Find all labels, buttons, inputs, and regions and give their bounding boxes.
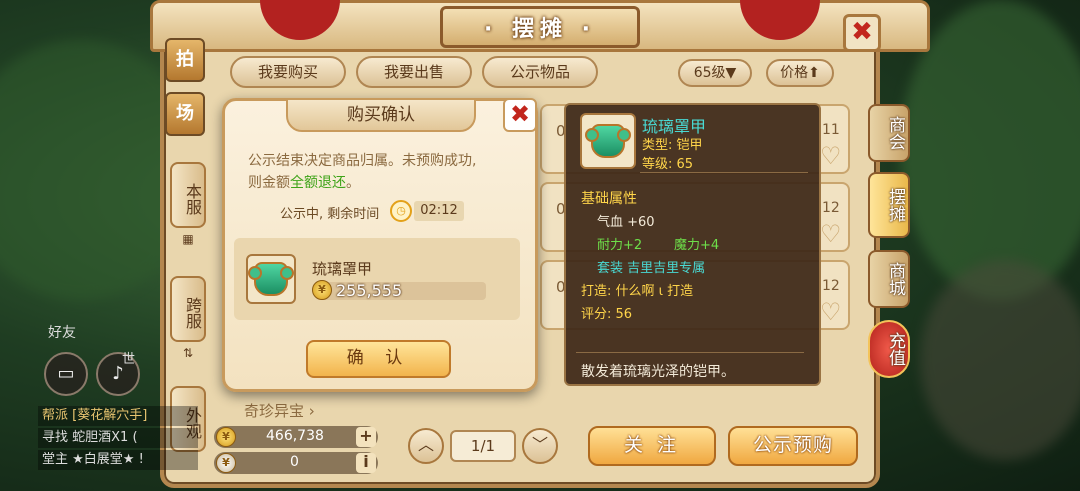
tooltip-forge: 打造: 什么啊 ι 打造 bbox=[581, 284, 694, 299]
gold-balance-value: 466,738 bbox=[266, 428, 324, 444]
dialog-item-name: 琉璃罩甲 bbox=[312, 260, 373, 278]
prev-page-button[interactable]: ︿ bbox=[408, 428, 444, 464]
timer-value: 02:12 bbox=[414, 201, 464, 221]
tab-stall[interactable]: 摆摊 bbox=[868, 172, 910, 238]
world-channel-label: 世 bbox=[122, 352, 136, 367]
tooltip-divider bbox=[640, 172, 808, 173]
background-rock bbox=[920, 260, 1080, 460]
silver-coin-icon: ¥ bbox=[216, 453, 236, 473]
full-refund-highlight: 全额退还 bbox=[290, 175, 346, 191]
tooltip-level: 等级: 65 bbox=[642, 157, 694, 172]
favorite-heart-icon[interactable]: ♡ bbox=[820, 220, 842, 248]
listing-right-value: 12 bbox=[822, 200, 840, 216]
tooltip-score: 评分: 56 bbox=[581, 307, 633, 322]
tab-cross-server[interactable]: 跨服 bbox=[170, 276, 206, 342]
chat-line[interactable]: 堂主 ★白展堂★ ! bbox=[38, 450, 198, 470]
armor-icon bbox=[585, 124, 631, 158]
tooltip-hp: 气血 +60 bbox=[597, 215, 655, 230]
dialog-message-line-1: 公示结束决定商品归属。未预购成功, bbox=[248, 153, 477, 169]
tooltip-armor-icon bbox=[580, 113, 636, 169]
armor-item-icon[interactable] bbox=[246, 254, 296, 304]
item-price: 255,555 bbox=[336, 281, 403, 300]
next-page-button[interactable]: ﹀ bbox=[522, 428, 558, 464]
rare-items-tab[interactable]: 奇珍异宝 › bbox=[244, 400, 315, 421]
dialog-message-line-2: 则金额全额退还。 bbox=[248, 172, 360, 192]
refund-suffix: 。 bbox=[346, 175, 360, 191]
confirm-button[interactable]: 确 认 bbox=[306, 340, 451, 378]
tooltip-description: 散发着琉璃光泽的铠甲。 bbox=[581, 364, 735, 380]
gold-coin-icon: ¥ bbox=[312, 280, 332, 300]
dialog-title: 购买确认 bbox=[286, 98, 476, 132]
armor-icon bbox=[248, 262, 294, 296]
tooltip-endurance: 耐力+2 bbox=[597, 238, 643, 253]
tab-sell[interactable]: 我要出售 bbox=[356, 56, 472, 88]
public-preorder-button[interactable]: 公示预购 bbox=[728, 426, 858, 466]
silver-balance-value: 0 bbox=[290, 454, 299, 470]
gold-coin-icon: ¥ bbox=[216, 427, 236, 447]
tab-local-server[interactable]: 本服 bbox=[170, 162, 206, 228]
listing-right-value: 11 bbox=[822, 122, 840, 138]
price-sort-button[interactable]: 价格⬆ bbox=[766, 59, 834, 87]
seal-auction-1[interactable]: 拍 bbox=[165, 38, 205, 82]
tooltip-type: 类型: 铠甲 bbox=[642, 138, 703, 153]
level-filter-dropdown[interactable]: 65级▼ bbox=[678, 59, 752, 87]
chat-line[interactable]: 帮派 [葵花解穴手] bbox=[38, 406, 198, 426]
chat-bubble-icon[interactable]: ▭ bbox=[44, 352, 88, 396]
dialog-close-button[interactable]: ✖ bbox=[503, 98, 537, 132]
tooltip-divider bbox=[576, 352, 804, 353]
seal-auction-2[interactable]: 场 bbox=[165, 92, 205, 136]
silver-info-button[interactable]: i bbox=[356, 453, 376, 473]
tab-chamber-of-commerce[interactable]: 商会 bbox=[868, 104, 910, 162]
follow-button[interactable]: 关 注 bbox=[588, 426, 716, 466]
page-indicator: 1/1 bbox=[450, 430, 516, 462]
tab-buy[interactable]: 我要购买 bbox=[230, 56, 346, 88]
tooltip-magic: 魔力+4 bbox=[674, 238, 720, 253]
tooltip-set: 套装 吉里吉里专属 bbox=[597, 261, 706, 276]
favorite-heart-icon[interactable]: ♡ bbox=[820, 142, 842, 170]
add-gold-button[interactable]: + bbox=[356, 427, 376, 447]
chat-line[interactable]: 寻找 蛇胆酒X1 ( bbox=[38, 428, 198, 448]
stall-title: · 摆摊 · bbox=[440, 6, 640, 48]
favorite-heart-icon[interactable]: ♡ bbox=[820, 298, 842, 326]
tab-mall[interactable]: 商城 bbox=[868, 250, 910, 308]
refund-prefix: 则金额 bbox=[248, 175, 290, 191]
listing-right-value: 12 bbox=[822, 278, 840, 294]
tab-public-items[interactable]: 公示物品 bbox=[482, 56, 598, 88]
grid-icon: ▦ bbox=[182, 232, 194, 246]
clock-icon: ◷ bbox=[390, 200, 412, 222]
tab-recharge[interactable]: 充值 bbox=[868, 320, 910, 378]
friends-label[interactable]: 好友 bbox=[48, 322, 76, 342]
close-stall-button[interactable]: ✖ bbox=[843, 14, 881, 52]
tooltip-base-attr-header: 基础属性 bbox=[581, 191, 637, 207]
swap-icon: ⇅ bbox=[182, 346, 194, 360]
timer-label: 公示中, 剩余时间 bbox=[280, 207, 380, 222]
